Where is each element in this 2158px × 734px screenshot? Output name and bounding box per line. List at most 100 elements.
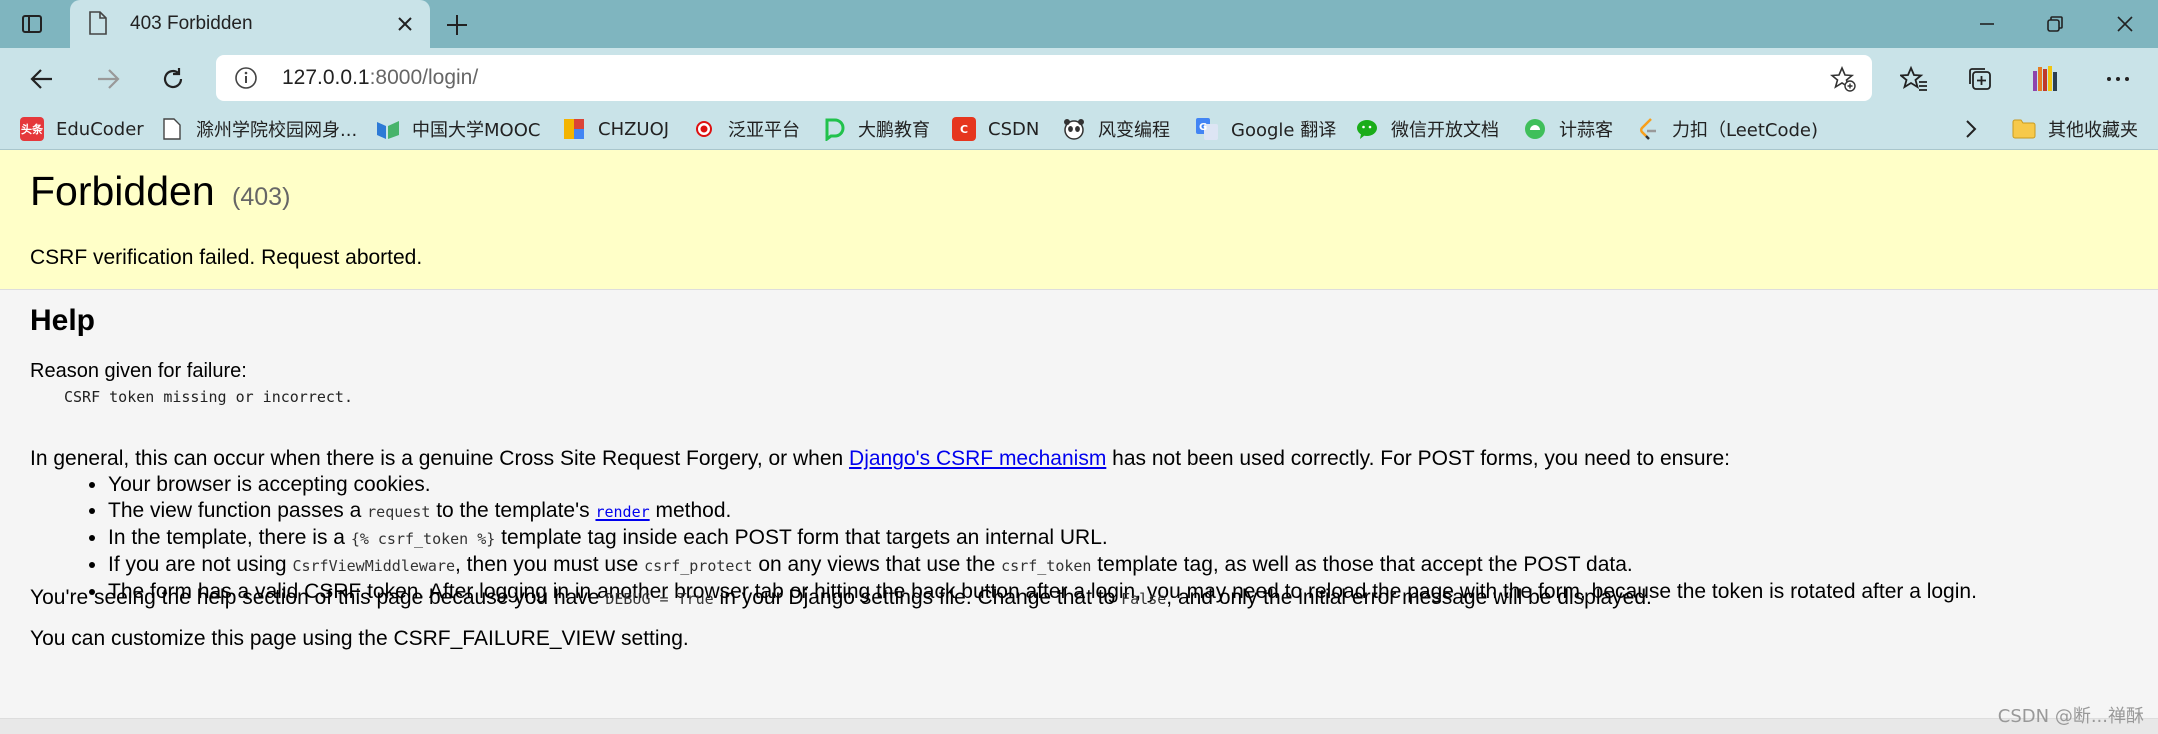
page-icon bbox=[160, 117, 184, 141]
inline-code: {% csrf_token %} bbox=[350, 530, 496, 548]
favorites-icon[interactable] bbox=[1898, 63, 1930, 95]
svg-text:G: G bbox=[1199, 122, 1207, 133]
debug-paragraph: You're seeing the help section of this p… bbox=[30, 586, 1652, 610]
bookmark-label: EduCoder bbox=[56, 118, 144, 140]
bookmark-label: Google 翻译 bbox=[1231, 120, 1337, 141]
bookmark-google-translate[interactable]: G Google 翻译 bbox=[1195, 108, 1336, 150]
general-text-post: has not been used correctly. For POST fo… bbox=[1106, 447, 1731, 470]
bookmark-label: 中国大学MOOC bbox=[412, 120, 541, 141]
bookmark-label: 力扣（LeetCode) bbox=[1672, 120, 1819, 141]
inline-code: CsrfViewMiddleware bbox=[292, 557, 456, 575]
inline-code: request bbox=[367, 503, 431, 521]
general-paragraph: In general, this can occur when there is… bbox=[30, 447, 1730, 471]
bookmark-label: 大鹏教育 bbox=[858, 120, 930, 141]
tab-strip: 403 Forbidden bbox=[0, 0, 2158, 48]
refresh-icon[interactable] bbox=[157, 63, 189, 95]
fanya-icon bbox=[692, 117, 716, 141]
help-heading: Help bbox=[30, 304, 96, 337]
bookmark-leetcode[interactable]: 力扣（LeetCode) bbox=[1636, 108, 1818, 150]
bookmark-label: CSDN bbox=[988, 118, 1040, 140]
back-icon[interactable] bbox=[26, 63, 58, 95]
tab-actions-icon[interactable] bbox=[20, 12, 44, 36]
bookmarks-overflow-chevron-icon[interactable] bbox=[1962, 108, 1980, 150]
bookmark-label: CHZUOJ bbox=[598, 118, 670, 140]
avatar[interactable] bbox=[2030, 63, 2062, 95]
inline-code: DEBUG = True bbox=[605, 590, 714, 608]
close-window-icon[interactable] bbox=[2113, 12, 2137, 36]
bookmark-chuzhou[interactable]: 滁州学院校园网身... bbox=[160, 108, 357, 150]
toutiao-icon: 头条 bbox=[20, 117, 44, 141]
tab-title: 403 Forbidden bbox=[130, 13, 253, 34]
minimize-icon[interactable] bbox=[1975, 12, 1999, 36]
toolbar: 127.0.0.1:8000/login/ bbox=[0, 48, 2158, 108]
general-text-pre: In general, this can occur when there is… bbox=[30, 447, 850, 470]
bookmark-chzuoj[interactable]: CHZUOJ bbox=[562, 108, 669, 150]
debug-text: You're seeing the help section of this p… bbox=[30, 586, 606, 609]
bookmark-educoder[interactable]: 头条 EduCoder bbox=[20, 108, 144, 150]
forward-icon[interactable] bbox=[92, 63, 124, 95]
bookmark-label: 其他收藏夹 bbox=[2048, 120, 2138, 141]
li-text: If you are not using bbox=[108, 553, 293, 576]
address-bar[interactable]: 127.0.0.1:8000/login/ bbox=[216, 55, 1872, 101]
csrf-mechanism-link[interactable]: Django's CSRF mechanism bbox=[849, 447, 1106, 470]
help-section: Help Reason given for failure: CSRF toke… bbox=[0, 290, 2158, 700]
inline-code: csrf_protect bbox=[644, 557, 753, 575]
url-path: :8000/login/ bbox=[369, 66, 479, 89]
list-item: In the template, there is a {% csrf_toke… bbox=[108, 525, 1977, 552]
bookmark-csdn[interactable]: C CSDN bbox=[952, 108, 1039, 150]
restore-icon[interactable] bbox=[2043, 12, 2067, 36]
watermark: CSDN @断...禅酥 bbox=[1997, 706, 2144, 727]
other-favorites-folder[interactable]: 其他收藏夹 bbox=[2012, 108, 2138, 150]
bookmark-jisuanke[interactable]: 计蒜客 bbox=[1523, 108, 1613, 150]
error-summary: Forbidden (403) CSRF verification failed… bbox=[0, 150, 2158, 290]
li-text: The view function passes a bbox=[108, 499, 368, 522]
bookmarks-bar: 头条 EduCoder 滁州学院校园网身... 中国大学MOOC CHZUOJ … bbox=[0, 108, 2158, 150]
reason-text: CSRF token missing or incorrect. bbox=[64, 388, 353, 406]
bookmark-dapeng[interactable]: 大鹏教育 bbox=[822, 108, 930, 150]
close-icon[interactable] bbox=[394, 13, 416, 35]
debug-text: in your Django settings file. Change tha… bbox=[713, 586, 1122, 609]
li-text: , then you must use bbox=[455, 553, 645, 576]
li-text: template tag inside each POST form that … bbox=[495, 526, 1108, 549]
list-item: The view function passes a request to th… bbox=[108, 498, 1977, 525]
li-text: method. bbox=[649, 499, 732, 522]
bookmark-fengbian[interactable]: 风变编程 bbox=[1062, 108, 1170, 150]
page-footer-strip bbox=[0, 718, 2158, 734]
dapeng-icon bbox=[822, 117, 846, 141]
page-title-text: Forbidden bbox=[30, 168, 215, 214]
new-tab-icon[interactable] bbox=[443, 11, 471, 39]
list-item: Your browser is accepting cookies. bbox=[108, 472, 1977, 498]
panda-icon bbox=[1062, 117, 1086, 141]
active-tab[interactable]: 403 Forbidden bbox=[70, 0, 430, 48]
csdn-icon: C bbox=[952, 117, 976, 141]
summary-message: CSRF verification failed. Request aborte… bbox=[30, 246, 423, 269]
url-host: 127.0.0.1 bbox=[282, 66, 370, 89]
folder-icon bbox=[2012, 117, 2036, 141]
li-text: In the template, there is a bbox=[108, 526, 351, 549]
wechat-icon bbox=[1355, 117, 1379, 141]
bookmark-label: 风变编程 bbox=[1098, 120, 1170, 141]
inline-code: False bbox=[1121, 590, 1167, 608]
bookmark-mooc[interactable]: 中国大学MOOC bbox=[376, 108, 540, 150]
url-text[interactable]: 127.0.0.1:8000/login/ bbox=[282, 66, 478, 90]
li-text: to the template's bbox=[430, 499, 596, 522]
more-options-icon[interactable] bbox=[2102, 63, 2134, 95]
bookmark-wechat-docs[interactable]: 微信开放文档 bbox=[1355, 108, 1499, 150]
render-link[interactable]: render bbox=[595, 499, 649, 522]
reason-label: Reason given for failure: bbox=[30, 360, 247, 382]
collections-icon[interactable] bbox=[1964, 63, 1996, 95]
inline-code: csrf_token bbox=[1001, 557, 1092, 575]
page-title: Forbidden (403) bbox=[30, 168, 290, 215]
bookmark-label: 泛亚平台 bbox=[728, 120, 800, 141]
li-text: Your browser is accepting cookies. bbox=[108, 473, 431, 496]
inline-code: render bbox=[595, 503, 650, 521]
bookmark-label: 计蒜客 bbox=[1559, 120, 1613, 141]
google-translate-icon: G bbox=[1195, 117, 1219, 141]
add-favorite-icon[interactable] bbox=[1829, 65, 1856, 92]
chzuoj-icon bbox=[562, 117, 586, 141]
leetcode-icon bbox=[1636, 117, 1660, 141]
jisuanke-icon bbox=[1523, 117, 1547, 141]
status-code: (403) bbox=[232, 183, 291, 211]
site-info-icon[interactable] bbox=[234, 66, 258, 90]
bookmark-fanya[interactable]: 泛亚平台 bbox=[692, 108, 800, 150]
